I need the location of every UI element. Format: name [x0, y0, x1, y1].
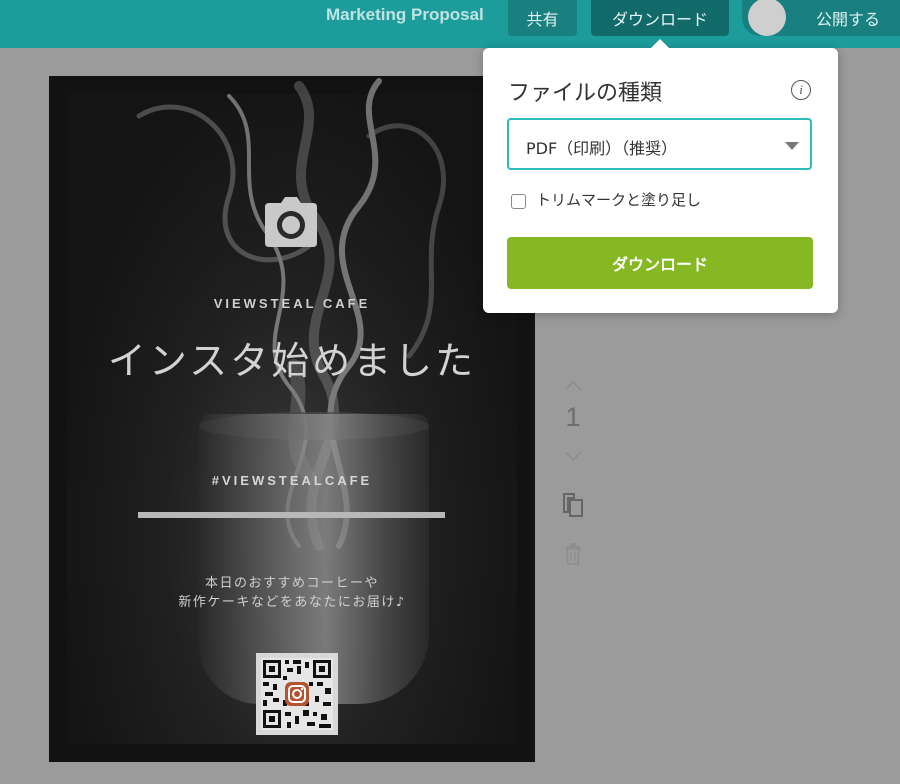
brand-text[interactable]: VIEWSTEAL CAFE — [49, 296, 535, 311]
share-button[interactable]: 共有 — [508, 0, 577, 36]
qr-code[interactable] — [256, 653, 338, 735]
body-line-2: 新作ケーキなどをあなたにお届け♪ — [178, 595, 406, 610]
popover-arrow — [651, 39, 669, 48]
download-button[interactable]: ダウンロード — [591, 0, 729, 36]
publish-toggle[interactable]: 公開する — [742, 0, 900, 36]
info-icon[interactable]: i — [791, 80, 811, 100]
camera-icon — [265, 197, 317, 247]
file-type-title: ファイルの種類 — [508, 81, 663, 106]
trash-icon[interactable] — [564, 543, 582, 565]
headline-text[interactable]: インスタ始めました — [49, 330, 535, 385]
caret-down-icon — [785, 142, 799, 150]
qr-code-image — [261, 658, 333, 730]
body-text[interactable]: 本日のおすすめコーヒーや 新作ケーキなどをあなたにお届け♪ — [49, 574, 535, 612]
toggle-knob[interactable] — [748, 0, 786, 36]
trim-marks-checkbox[interactable] — [511, 194, 526, 209]
download-panel: ファイルの種類 i PDF（印刷）（推奨） トリムマークと塗り足し ダウンロード — [483, 39, 838, 313]
instagram-icon — [285, 682, 309, 706]
copy-icon[interactable] — [561, 492, 585, 518]
chevron-down-icon[interactable] — [563, 450, 583, 462]
design-canvas[interactable]: VIEWSTEAL CAFE インスタ始めました #VIEWSTEALCAFE … — [49, 76, 535, 762]
top-bar: Marketing Proposal 共有 ダウンロード 公開する — [0, 0, 900, 48]
download-submit-button[interactable]: ダウンロード — [507, 237, 813, 289]
body-line-1: 本日のおすすめコーヒーや — [204, 576, 379, 591]
page-number: 1 — [565, 402, 581, 432]
publish-label: 公開する — [816, 10, 881, 29]
file-type-value: PDF（印刷）（推奨） — [526, 139, 678, 158]
file-type-select[interactable]: PDF（印刷）（推奨） — [507, 118, 812, 170]
hashtag-text[interactable]: #VIEWSTEALCAFE — [49, 473, 535, 488]
document-title[interactable]: Marketing Proposal — [326, 5, 484, 27]
trim-marks-label[interactable]: トリムマークと塗り足し — [536, 189, 701, 210]
divider-line[interactable] — [138, 512, 445, 518]
chevron-up-icon[interactable] — [563, 380, 583, 392]
